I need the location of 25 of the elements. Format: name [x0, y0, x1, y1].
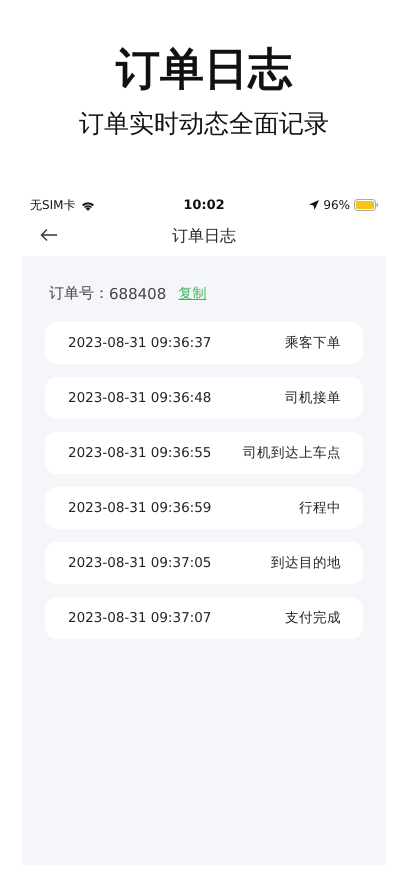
battery-icon [354, 199, 378, 211]
log-time: 2023-08-31 09:37:07 [68, 610, 212, 626]
wifi-icon [80, 200, 95, 210]
log-event: 司机到达上车点 [243, 444, 341, 462]
log-event: 支付完成 [285, 609, 341, 627]
page-title: 订单日志 [172, 226, 236, 246]
log-event: 司机接单 [285, 389, 341, 407]
copy-link[interactable]: 复制 [178, 284, 206, 302]
log-event: 乘客下单 [285, 334, 341, 352]
headline-subtitle: 订单实时动态全面记录 [79, 108, 329, 140]
back-arrow-icon[interactable] [40, 228, 58, 242]
log-time: 2023-08-31 09:36:48 [68, 390, 212, 406]
log-time: 2023-08-31 09:36:55 [68, 445, 212, 461]
location-arrow-icon [309, 200, 320, 210]
log-event: 行程中 [299, 499, 341, 517]
order-number-label: 订单号： [49, 284, 109, 303]
log-time: 2023-08-31 09:36:59 [68, 500, 212, 516]
battery-percent: 96% [323, 198, 350, 212]
clock-time: 10:02 [183, 198, 225, 212]
order-number: 688408 [109, 284, 166, 302]
headline-title: 订单日志 [116, 44, 292, 96]
log-event: 到达目的地 [271, 554, 341, 572]
log-time: 2023-08-31 09:37:05 [68, 555, 212, 571]
carrier-text: 无SIM卡 [30, 196, 76, 214]
log-time: 2023-08-31 09:36:37 [68, 335, 212, 351]
